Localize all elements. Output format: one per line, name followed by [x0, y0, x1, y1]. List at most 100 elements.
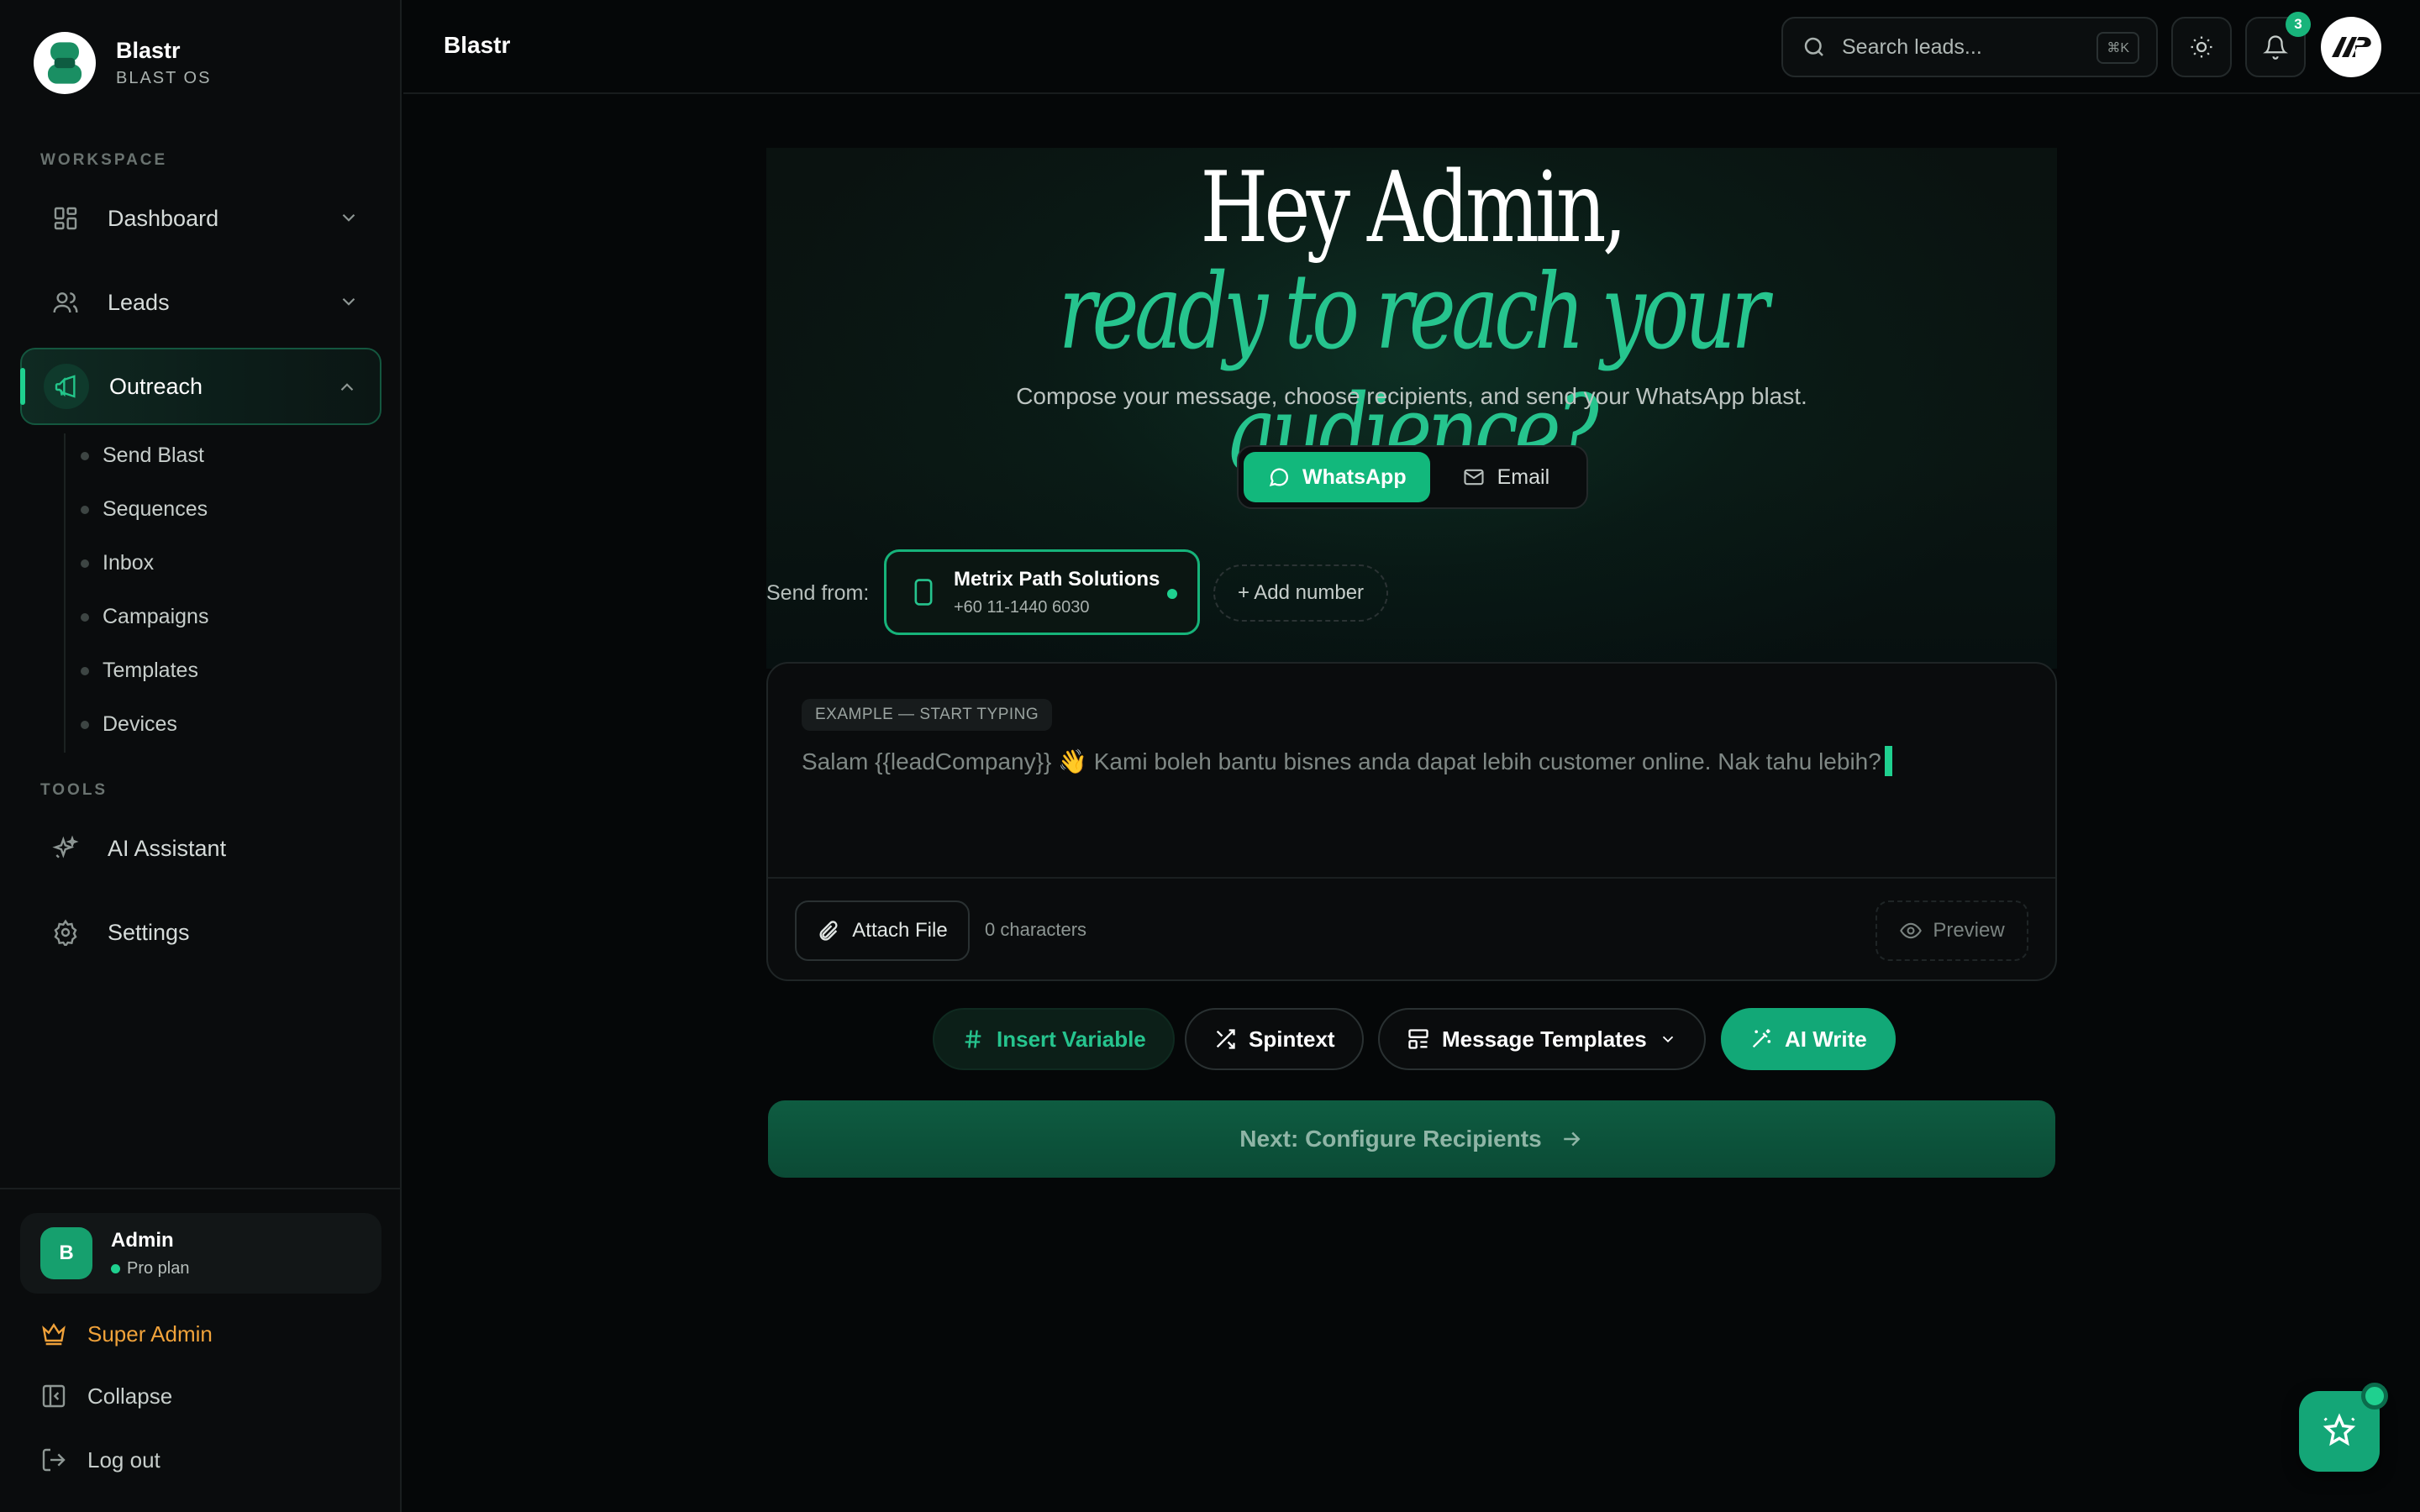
search-input[interactable]: Search leads... ⌘K	[1781, 17, 2158, 77]
profile-avatar[interactable]	[2321, 17, 2381, 77]
user-info: Admin Pro plan	[111, 1229, 190, 1278]
sidebar-item-dashboard[interactable]: Dashboard	[20, 180, 381, 257]
super-admin-label: Super Admin	[87, 1320, 213, 1347]
fab-status-dot	[2361, 1383, 2388, 1410]
insert-variable-label: Insert Variable	[997, 1026, 1146, 1052]
avatar: B	[40, 1227, 92, 1279]
mail-icon	[1462, 465, 1486, 489]
magic-wand-icon	[1749, 1027, 1773, 1051]
collapse-button[interactable]: Collapse	[40, 1383, 172, 1410]
page-title: Blastr	[444, 32, 511, 58]
whatsapp-tab-label: WhatsApp	[1302, 465, 1407, 489]
tools-section-label: TOOLS	[40, 781, 108, 799]
composer-divider	[768, 877, 2055, 879]
chevron-down-icon	[338, 291, 360, 312]
sender-device-card[interactable]: Metrix Path Solutions +60 11-1440 6030	[884, 549, 1200, 635]
subitem-label: Templates	[103, 659, 198, 682]
search-shortcut: ⌘K	[2096, 32, 2139, 64]
theme-toggle-button[interactable]	[2171, 17, 2232, 77]
sidebar-item-label: AI Assistant	[108, 835, 227, 861]
collapse-label: Collapse	[87, 1383, 173, 1409]
message-templates-label: Message Templates	[1442, 1026, 1647, 1052]
sidebar-subitem-send-blast[interactable]: Send Blast	[81, 444, 204, 468]
hero-greeting: Hey Admin,	[1200, 151, 1627, 265]
next-button-label: Next: Configure Recipients	[1239, 1126, 1542, 1152]
profile-logo-icon	[2330, 32, 2372, 62]
email-tab-label: Email	[1497, 465, 1550, 489]
shuffle-icon	[1213, 1027, 1237, 1051]
sidebar-subitem-inbox[interactable]: Inbox	[81, 551, 155, 575]
sidebar-item-outreach[interactable]: Outreach	[20, 348, 381, 425]
logout-button[interactable]: Log out	[40, 1446, 160, 1473]
sender-info: Metrix Path Solutions +60 11-1440 6030	[954, 568, 1160, 617]
email-tab[interactable]: Email	[1439, 452, 1574, 502]
insert-variable-button[interactable]: Insert Variable	[933, 1008, 1175, 1070]
message-composer[interactable]: EXAMPLE — START TYPING Salam {{leadCompa…	[766, 662, 2057, 981]
sidebar: Blastr BLAST OS WORKSPACE Dashboard Lead…	[0, 0, 402, 1512]
ai-write-label: AI Write	[1785, 1026, 1867, 1052]
notifications-button[interactable]: 3	[2245, 12, 2311, 77]
preview-label: Preview	[1933, 919, 2005, 942]
megaphone-icon	[53, 373, 80, 400]
gear-icon	[52, 919, 79, 946]
message-templates-dropdown[interactable]: Message Templates	[1378, 1008, 1706, 1070]
add-number-button[interactable]: + Add number	[1213, 564, 1388, 622]
subitem-label: Devices	[103, 712, 177, 736]
sidebar-item-label: Leads	[108, 289, 170, 315]
logout-icon	[40, 1446, 67, 1473]
sender-number: +60 11-1440 6030	[954, 597, 1090, 617]
message-textarea[interactable]: Salam {{leadCompany}} 👋 Kami boleh bantu…	[802, 746, 1892, 776]
outreach-icon-wrap	[44, 364, 89, 409]
arrow-right-icon	[1559, 1126, 1584, 1152]
workspace-section-label: WORKSPACE	[40, 151, 168, 169]
example-chip: EXAMPLE — START TYPING	[802, 699, 1053, 731]
sidebar-item-leads[interactable]: Leads	[20, 264, 381, 341]
next-configure-recipients-button[interactable]: Next: Configure Recipients	[768, 1100, 2055, 1178]
ai-write-button[interactable]: AI Write	[1721, 1008, 1896, 1070]
search-placeholder: Search leads...	[1842, 34, 1982, 59]
online-status-dot	[1167, 589, 1177, 599]
sparkle-star-icon	[2320, 1412, 2359, 1451]
subitem-label: Send Blast	[103, 444, 204, 467]
eye-icon	[1899, 919, 1923, 942]
sidebar-item-settings[interactable]: Settings	[20, 894, 381, 971]
subitem-label: Sequences	[103, 497, 208, 521]
brand-subtitle: BLAST OS	[116, 69, 212, 87]
users-icon	[52, 289, 79, 316]
sidebar-subitem-campaigns[interactable]: Campaigns	[81, 605, 208, 629]
sidebar-subitem-sequences[interactable]: Sequences	[81, 497, 208, 522]
plan-label: Pro plan	[127, 1258, 190, 1278]
chevron-down-icon	[1659, 1030, 1677, 1048]
user-name: Admin	[111, 1228, 174, 1252]
spintext-label: Spintext	[1249, 1026, 1335, 1052]
sun-icon	[2189, 34, 2214, 60]
sidebar-subitem-devices[interactable]: Devices	[81, 712, 177, 737]
sidebar-subitem-templates[interactable]: Templates	[81, 659, 198, 683]
ai-assistant-fab[interactable]	[2299, 1383, 2388, 1472]
bullet-dot	[81, 612, 89, 622]
brand[interactable]: Blastr BLAST OS	[34, 32, 211, 94]
sidebar-item-ai-assistant[interactable]: AI Assistant	[20, 810, 381, 887]
bullet-dot	[81, 559, 89, 568]
bullet-dot	[81, 451, 89, 460]
super-admin-link[interactable]: Super Admin	[40, 1320, 213, 1347]
phone-icon	[912, 578, 935, 606]
paperclip-icon	[817, 919, 840, 942]
app-root: Blastr BLAST OS WORKSPACE Dashboard Lead…	[0, 0, 2420, 1512]
brand-logo-icon	[34, 32, 96, 94]
preview-button[interactable]: Preview	[1876, 900, 2028, 961]
attach-file-button[interactable]: Attach File	[795, 900, 970, 961]
spintext-button[interactable]: Spintext	[1185, 1008, 1364, 1070]
message-placeholder: Salam {{leadCompany}} 👋 Kami boleh bantu…	[802, 748, 1881, 774]
hash-icon	[961, 1027, 985, 1051]
subitem-label: Inbox	[103, 551, 155, 575]
chat-bubble-icon	[1267, 465, 1291, 489]
user-card[interactable]: B Admin Pro plan	[20, 1213, 381, 1294]
brand-name: Blastr	[116, 38, 181, 63]
whatsapp-tab[interactable]: WhatsApp	[1244, 452, 1430, 502]
user-plan: Pro plan	[111, 1259, 190, 1278]
text-caret	[1884, 746, 1892, 776]
brand-text: Blastr BLAST OS	[116, 38, 211, 88]
topbar: Blastr Search leads... ⌘K 3	[403, 0, 2420, 94]
sender-name: Metrix Path Solutions	[954, 567, 1160, 591]
